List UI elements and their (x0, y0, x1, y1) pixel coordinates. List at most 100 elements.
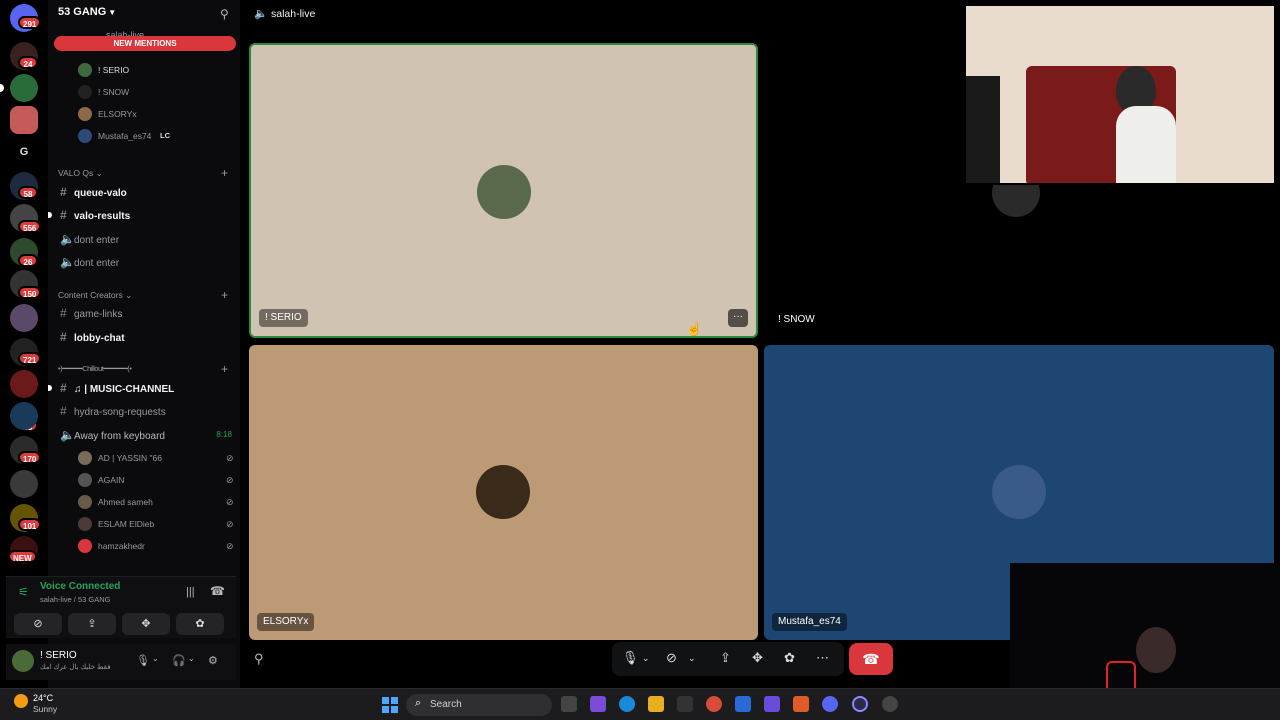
windows-taskbar: 24°C Sunny ⌕ Search (0, 688, 1280, 720)
participant-tile[interactable]: ELSORYx (249, 345, 758, 640)
disconnect-icon[interactable]: ☎ (210, 584, 225, 598)
channel-label: dont enter (74, 258, 120, 269)
hashtag-icon: # (60, 381, 67, 395)
chevron-down-icon[interactable]: ⌄ (188, 654, 195, 663)
teams-icon[interactable] (764, 696, 780, 712)
speaker-icon: 🔈 (60, 232, 75, 246)
camera-off-icon[interactable]: ⊘ (666, 650, 677, 666)
voice-user-name: AD | YASSIN "66 (98, 453, 162, 463)
avatar[interactable] (12, 650, 34, 672)
mention-badge: 721 (18, 352, 42, 365)
more-icon[interactable]: ⋯ (816, 650, 829, 666)
webcam-overlay (964, 4, 1276, 185)
app-icon[interactable] (852, 696, 868, 712)
disconnect-button[interactable]: ☎ (849, 643, 893, 675)
taskbar-search[interactable]: ⌕ Search (406, 694, 552, 716)
soundboard-icon: ✿ (195, 618, 205, 630)
add-channel-icon[interactable]: + (221, 166, 228, 180)
server-icon[interactable] (10, 106, 38, 134)
mention-badge: 556 (18, 220, 42, 233)
server-icon[interactable] (10, 304, 38, 332)
voice-user-name: Mustafa_es74 (98, 131, 152, 141)
windows-start-icon[interactable] (382, 697, 398, 713)
discord-window: 291 24 G 58 556 26 150 721 60 170 101 NE… (0, 0, 1280, 716)
voice-connected-label[interactable]: Voice Connected (40, 581, 120, 592)
channel-label: ♫ | MUSIC-CHANNEL (74, 384, 175, 395)
voice-user-name: ESLAM ElDieb (98, 519, 155, 529)
screen-share-icon: ⇪ (87, 618, 97, 630)
camera-off-button[interactable]: ⊘ (14, 613, 62, 635)
more-options-button[interactable]: ··· (728, 309, 748, 327)
chevron-down-icon[interactable]: ⌄ (688, 653, 696, 664)
obs-icon[interactable] (882, 696, 898, 712)
avatar (78, 63, 92, 77)
gear-icon[interactable]: ⚙ (208, 654, 218, 667)
guild-header[interactable]: 53 GANG ▼ (58, 6, 116, 18)
weather-condition[interactable]: Sunny (33, 704, 57, 714)
mail-icon[interactable] (735, 696, 751, 712)
channel-valo-results[interactable]: # valo-results (48, 205, 234, 225)
participant-tile[interactable]: ! SERIO ··· (249, 43, 758, 338)
voice-channel-dont-enter[interactable]: 🔈dont enter (54, 229, 234, 249)
channel-music[interactable]: # ♫ | MUSIC-CHANNEL (48, 378, 234, 398)
deafened-icon: ⊘ (226, 541, 234, 551)
add-user-icon[interactable]: ⚲ (220, 7, 232, 21)
channel-game-links[interactable]: # game-links (54, 303, 234, 323)
invite-icon[interactable]: ⚲ (254, 651, 264, 667)
server-icon[interactable] (10, 74, 38, 102)
share-screen-button[interactable]: ⇪ (68, 613, 116, 635)
chevron-down-icon[interactable]: ⌄ (642, 653, 650, 664)
add-channel-icon[interactable]: + (221, 362, 228, 376)
avatar (476, 465, 530, 519)
category-label: Content Creators (58, 290, 123, 300)
copilot-icon[interactable] (590, 696, 606, 712)
channel-queue-valo[interactable]: # queue-valo (54, 182, 234, 202)
signal-icon[interactable]: ⚟ (18, 585, 29, 599)
brave-icon[interactable] (793, 696, 809, 712)
hashtag-icon: # (60, 330, 67, 344)
mention-badge: 26 (18, 254, 38, 267)
store-icon[interactable] (677, 696, 693, 712)
category-valo[interactable]: VALO Qs ⌄ + (58, 166, 228, 180)
noise-suppression-icon[interactable]: ||| (186, 586, 195, 598)
screen-share-icon[interactable]: ⇪ (720, 650, 731, 666)
microphone-icon[interactable]: 🎙 (136, 654, 150, 667)
channel-hydra-song-requests[interactable]: # hydra-song-requests (54, 401, 234, 421)
user-panel: ! SERIO فقط خليك يال عرك امك 🎙 ⌄ 🎧 ⌄ ⚙ (6, 644, 236, 680)
add-channel-icon[interactable]: + (221, 288, 228, 302)
discord-icon[interactable] (822, 696, 838, 712)
edge-icon[interactable] (619, 696, 635, 712)
chevron-down-icon[interactable]: ⌄ (152, 654, 159, 663)
avatar (78, 517, 92, 531)
server-icon[interactable] (10, 402, 38, 430)
category-label: •)━━━━━Chillout━━━━━━(• (58, 364, 132, 373)
category-content-creators[interactable]: Content Creators ⌄ + (58, 288, 228, 302)
server-icon-g[interactable]: G (10, 138, 38, 166)
temperature[interactable]: 24°C (33, 693, 53, 703)
server-icon[interactable] (10, 370, 38, 398)
task-view-icon[interactable] (561, 696, 577, 712)
avatar (78, 107, 92, 121)
speaker-icon: 🔈 (60, 255, 75, 269)
camera-off-icon: ⊘ (33, 618, 43, 630)
username[interactable]: ! SERIO (40, 650, 77, 661)
chrome-icon[interactable] (706, 696, 722, 712)
voice-channel-afk[interactable]: 🔈Away from keyboard 8:18 (54, 425, 234, 445)
soundboard-button[interactable]: ✿ (176, 613, 224, 635)
channel-label: queue-valo (74, 188, 127, 199)
voice-location[interactable]: salah-live / 53 GANG (40, 595, 110, 604)
activities-icon[interactable]: ✥ (752, 650, 763, 666)
server-icon[interactable] (10, 470, 38, 498)
weather-icon[interactable] (14, 694, 28, 708)
microphone-icon[interactable]: 🎙 (622, 650, 639, 666)
avatar (477, 165, 531, 219)
file-explorer-icon[interactable] (648, 696, 664, 712)
headphones-icon[interactable]: 🎧 (172, 654, 186, 667)
category-chillout[interactable]: •)━━━━━Chillout━━━━━━(• + (58, 362, 228, 376)
channel-lobby-chat[interactable]: # lobby-chat (54, 327, 234, 347)
soundboard-icon[interactable]: ✿ (784, 650, 795, 666)
chevron-down-icon: ⌄ (95, 168, 103, 178)
voice-channel-dont-enter[interactable]: 🔈dont enter (54, 252, 234, 272)
activities-button[interactable]: ✥ (122, 613, 170, 635)
new-mentions-banner[interactable]: NEW MENTIONS (54, 36, 236, 51)
